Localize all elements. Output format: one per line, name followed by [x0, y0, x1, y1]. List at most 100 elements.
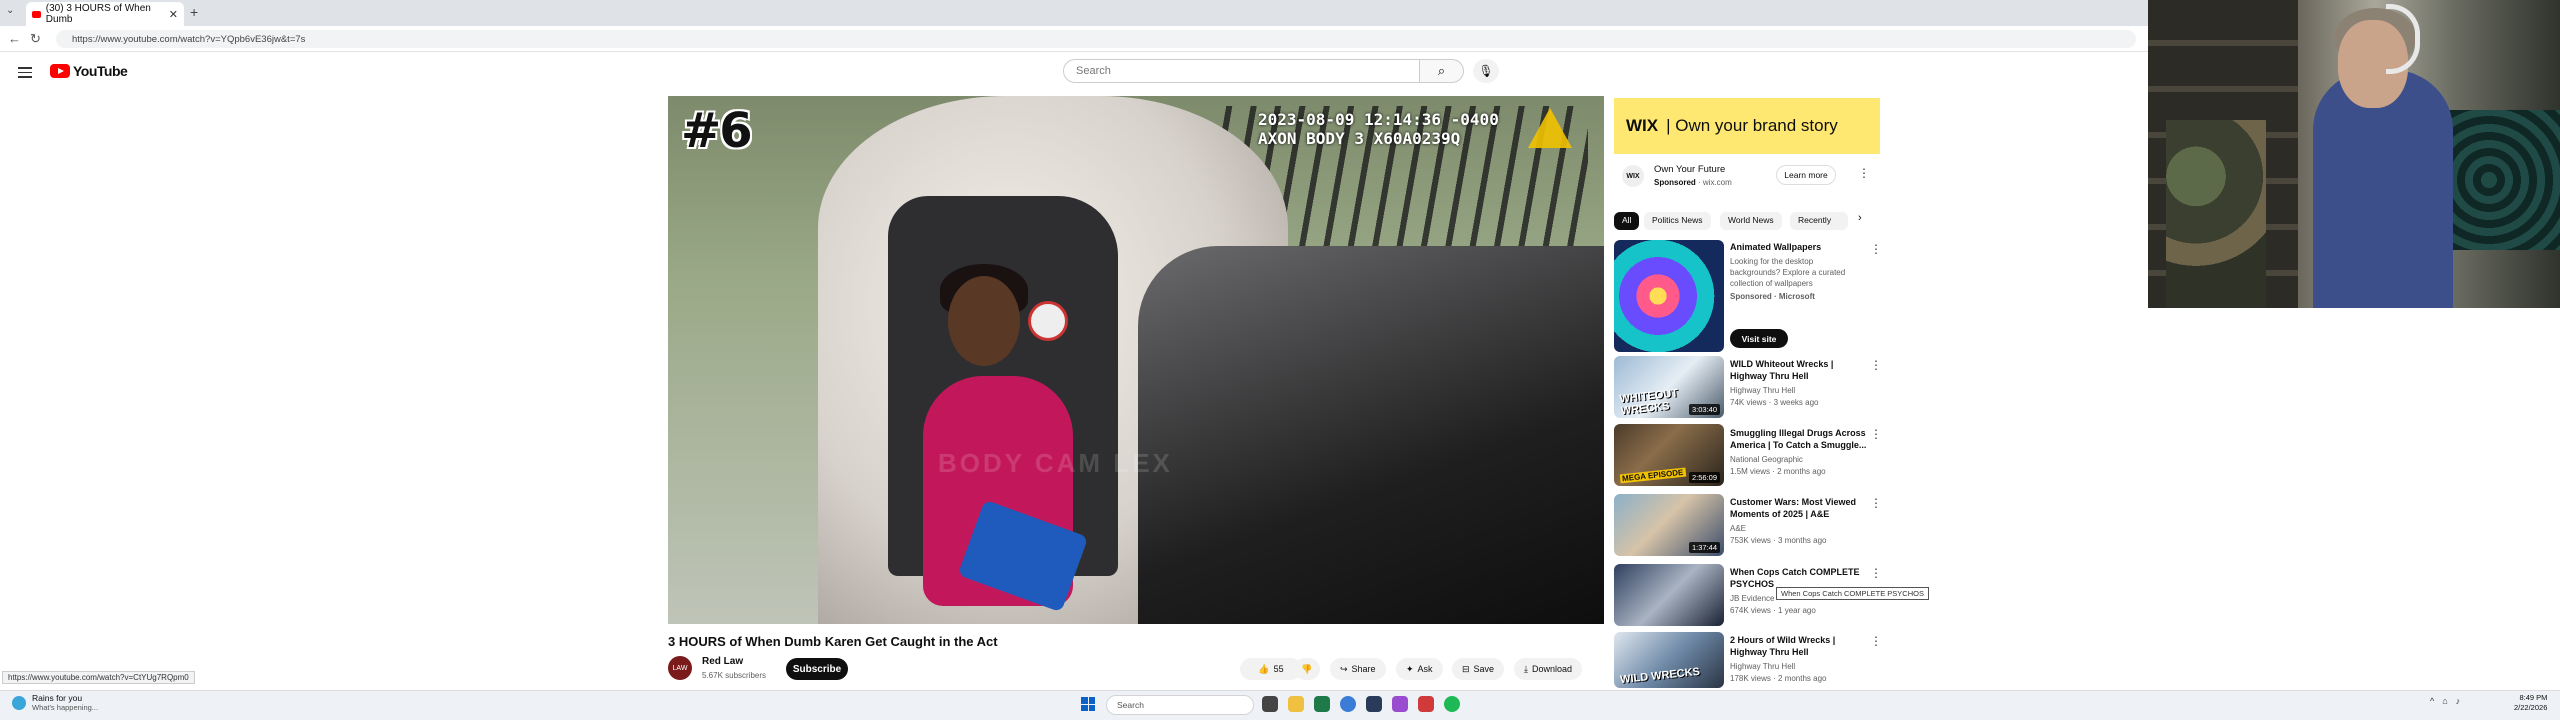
- rec-thumbnail[interactable]: WHITEOUT WRECKS 3:03:40: [1614, 356, 1724, 418]
- file-explorer-icon[interactable]: [1288, 696, 1304, 712]
- windows-taskbar: [0, 690, 2560, 720]
- youtube-favicon-icon: [32, 10, 41, 18]
- video-title: 3 HOURS of When Dumb Karen Get Caught in…: [668, 634, 998, 649]
- rec-channel[interactable]: National Geographic: [1730, 455, 1803, 464]
- menu-icon[interactable]: [18, 64, 32, 81]
- rec-meta: 178K views · 2 months ago: [1730, 674, 1827, 683]
- rec-more-icon[interactable]: ⋮: [1870, 634, 1882, 648]
- rec-title-l2: Highway Thru Hell: [1730, 371, 1809, 381]
- video-player[interactable]: 2023-08-09 12:14:36 -0400 AXON BODY 3 X6…: [668, 96, 1604, 624]
- rec-thumbnail[interactable]: MEGA EPISODE 2:56:09: [1614, 424, 1724, 486]
- share-label: Share: [1351, 664, 1376, 674]
- chip-world-news[interactable]: World News: [1720, 212, 1782, 230]
- like-button[interactable]: 👍 55: [1240, 658, 1302, 680]
- thumb-text: WILD WRECKS: [1619, 665, 1701, 687]
- rec-meta: 74K views · 3 weeks ago: [1730, 398, 1819, 407]
- taskbar-clock[interactable]: 8:49 PM 2/22/2026: [2514, 693, 2547, 713]
- back-icon[interactable]: ←: [8, 31, 21, 46]
- rec-more-icon[interactable]: ⋮: [1870, 358, 1882, 372]
- visit-site-button[interactable]: Visit site: [1730, 329, 1788, 348]
- rec-desc-l1: Looking for the desktop backgrounds? Exp…: [1730, 257, 1846, 277]
- duration-badge: 1:37:44: [1688, 542, 1720, 553]
- video-number-badge: #6: [681, 103, 753, 159]
- headset-icon: [2386, 4, 2420, 74]
- ad-banner[interactable]: WIX | Own your brand story: [1614, 98, 1880, 154]
- status-bar-link: https://www.youtube.com/watch?v=CtYUg7RQ…: [2, 671, 195, 684]
- rec-channel[interactable]: JB Evidence: [1730, 594, 1774, 603]
- taskbar-search-input[interactable]: Search: [1106, 695, 1254, 715]
- learn-more-button[interactable]: Learn more: [1776, 165, 1836, 185]
- rec-title-l1: Smuggling Illegal Drugs Across: [1730, 428, 1866, 438]
- rec-more-icon[interactable]: ⋮: [1870, 427, 1882, 441]
- share-button[interactable]: ↪ Share: [1330, 658, 1386, 680]
- chevron-up-icon[interactable]: ^: [2430, 696, 2434, 706]
- rec-title[interactable]: Customer Wars: Most Viewed Moments of 202…: [1730, 496, 1870, 520]
- reload-icon[interactable]: ↻: [30, 31, 41, 47]
- rec-channel[interactable]: A&E: [1730, 524, 1746, 533]
- chip-recently[interactable]: Recently: [1790, 212, 1848, 230]
- chips-next-icon[interactable]: ›: [1858, 212, 1862, 224]
- rec-thumbnail[interactable]: [1614, 564, 1724, 626]
- rec-more-icon[interactable]: ⋮: [1870, 566, 1882, 580]
- rec-title[interactable]: Animated Wallpapers: [1730, 241, 1870, 253]
- browser-tab-active[interactable]: (30) 3 HOURS of When Dumb ✕: [26, 2, 184, 26]
- dislike-button[interactable]: 👎: [1294, 658, 1320, 680]
- rec-more-icon[interactable]: ⋮: [1870, 496, 1882, 510]
- rec-more-icon[interactable]: ⋮: [1870, 242, 1882, 256]
- youtube-logo[interactable]: YouTube: [50, 63, 128, 79]
- url-field[interactable]: https://www.youtube.com/watch?v=YQpb6vE3…: [56, 30, 2136, 48]
- network-icon[interactable]: ⌂: [2442, 696, 2447, 706]
- rec-thumbnail[interactable]: 1:37:44: [1614, 494, 1724, 556]
- channel-name[interactable]: Red Law: [702, 656, 743, 667]
- youtube-play-icon: [50, 64, 70, 78]
- search-icon: ⌕: [1437, 63, 1446, 78]
- rec-thumbnail-wallpapers[interactable]: [1614, 240, 1724, 352]
- chip-all[interactable]: All: [1614, 212, 1640, 230]
- duration-badge: 2:56:09: [1688, 472, 1720, 483]
- thumbs-down-icon: 👎: [1301, 663, 1313, 674]
- edge-icon[interactable]: [1314, 696, 1330, 712]
- rec-desc-l2: collection of wallpapers: [1730, 279, 1813, 288]
- rec-title[interactable]: WILD Whiteout Wrecks | Highway Thru Hell: [1730, 358, 1870, 382]
- rec-thumbnail[interactable]: WILD WRECKS: [1614, 632, 1724, 688]
- search-input[interactable]: Search: [1063, 59, 1420, 83]
- clock-time: 8:49 PM: [2519, 693, 2548, 702]
- spotify-icon[interactable]: [1444, 696, 1460, 712]
- share-icon: ↪: [1340, 663, 1348, 674]
- volume-icon[interactable]: ♪: [2456, 696, 2461, 706]
- weather-line1: Rains for you: [32, 693, 83, 703]
- discord-icon[interactable]: [1392, 696, 1408, 712]
- weather-widget[interactable]: Rains for you What's happening...: [12, 693, 98, 712]
- tab-list-chevron-icon[interactable]: ⌄: [6, 5, 14, 16]
- timestamp-line1: 2023-08-09 12:14:36 -0400: [1258, 110, 1499, 129]
- app-red-icon[interactable]: [1418, 696, 1434, 712]
- ad-info-row: [1614, 156, 1880, 198]
- rec-title[interactable]: Smuggling Illegal Drugs Across America | …: [1730, 427, 1870, 451]
- chip-politics-news[interactable]: Politics News: [1644, 212, 1711, 230]
- new-tab-icon[interactable]: +: [190, 4, 198, 20]
- chrome-icon[interactable]: [1340, 696, 1356, 712]
- system-tray[interactable]: ^ ⌂ ♪: [2430, 696, 2460, 706]
- ask-button[interactable]: ✦ Ask: [1396, 658, 1443, 680]
- channel-avatar[interactable]: LAW: [668, 656, 692, 680]
- rec-meta: 674K views · 1 year ago: [1730, 606, 1816, 615]
- thumb-text: MEGA EPISODE: [1619, 467, 1686, 484]
- search-button[interactable]: ⌕: [1420, 59, 1464, 83]
- close-tab-icon[interactable]: ✕: [169, 8, 178, 21]
- rec-title-l1: WILD Whiteout Wrecks |: [1730, 359, 1834, 369]
- ad-title[interactable]: Own Your Future: [1654, 164, 1725, 175]
- like-count: 55: [1273, 664, 1284, 674]
- task-view-icon[interactable]: [1262, 696, 1278, 712]
- subscribe-button[interactable]: Subscribe: [786, 658, 848, 680]
- voice-search-icon[interactable]: 🎙: [1473, 59, 1499, 83]
- weather-line2: What's happening...: [32, 703, 99, 712]
- rec-channel[interactable]: Highway Thru Hell: [1730, 386, 1795, 395]
- app-icon[interactable]: [1366, 696, 1382, 712]
- rec-title[interactable]: 2 Hours of Wild Wrecks | Highway Thru Hel…: [1730, 634, 1870, 658]
- ad-more-icon[interactable]: ⋮: [1858, 166, 1870, 180]
- save-button[interactable]: ⊟ Save: [1452, 658, 1505, 680]
- rec-channel[interactable]: Highway Thru Hell: [1730, 662, 1795, 671]
- download-label: Download: [1531, 664, 1573, 674]
- download-button[interactable]: ⤓ Download: [1514, 658, 1583, 680]
- windows-start-icon[interactable]: [1081, 697, 1095, 711]
